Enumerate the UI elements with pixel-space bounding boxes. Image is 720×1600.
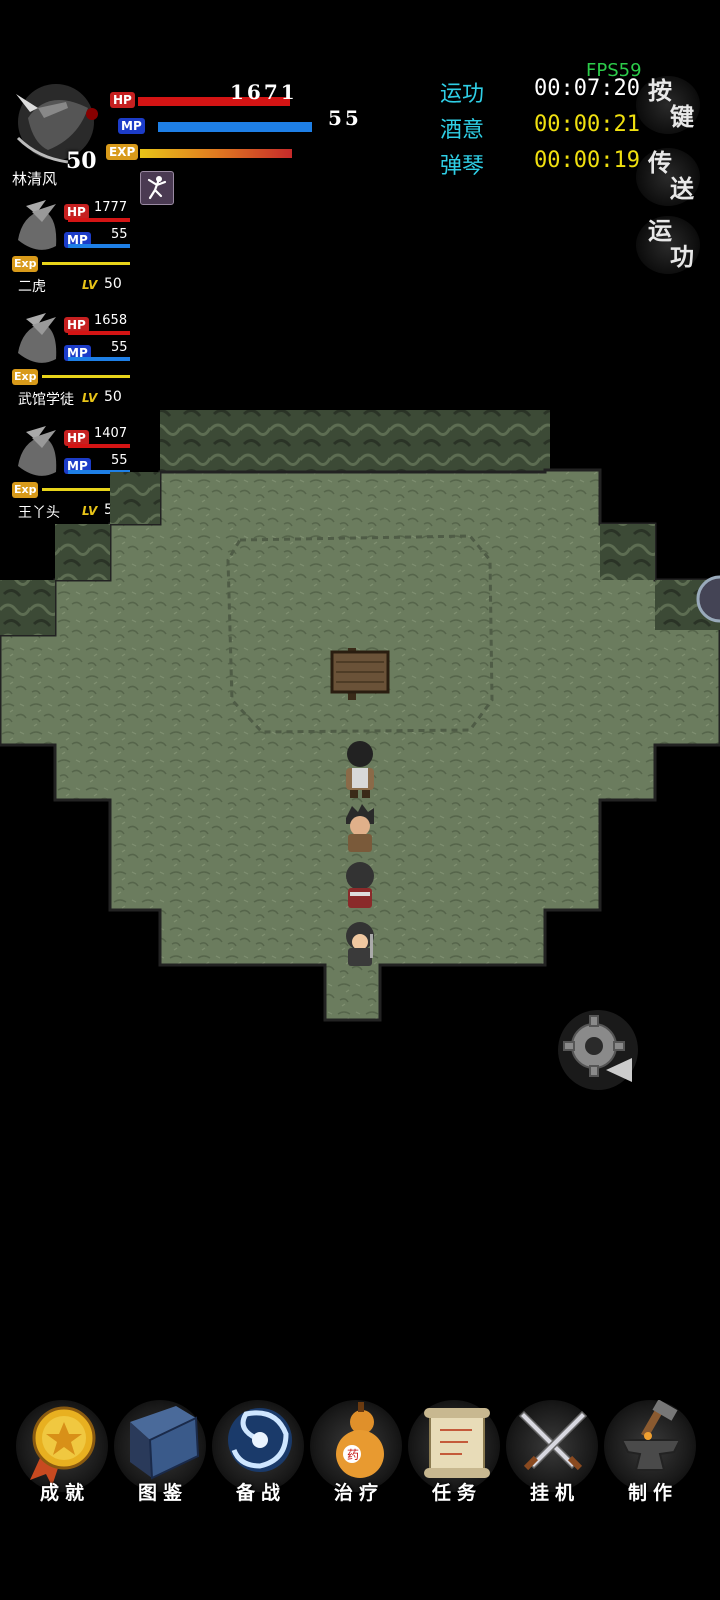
member-mp-bar xyxy=(68,357,130,361)
leader-mp-value: 55 xyxy=(328,106,362,130)
button-char: 键 xyxy=(670,102,694,131)
buff-label: 运功 xyxy=(440,82,485,107)
party-follower[interactable] xyxy=(346,862,374,908)
buff-timer: 00:00:19 xyxy=(534,148,640,173)
cave-wall xyxy=(110,472,160,524)
exp-tag: Exp xyxy=(12,256,39,272)
teleport-button[interactable]: 传 送 xyxy=(636,146,708,208)
buff-timer: 00:07:20 xyxy=(534,76,640,101)
auto-battle-button[interactable]: 挂机 xyxy=(500,1400,600,1510)
member-hp-bar xyxy=(68,218,130,222)
party-member[interactable]: HP 1777 MP 55 Exp 二虎 LV 50 xyxy=(8,196,138,306)
achievement-label: 成就 xyxy=(40,1482,91,1504)
leader-level: 50 xyxy=(66,148,97,174)
level-tag: LV xyxy=(82,278,98,292)
map-exit-marker[interactable] xyxy=(694,575,720,623)
leader-hp-value: 1671 xyxy=(230,80,298,104)
book-icon xyxy=(130,1406,200,1480)
leader-mp-bar xyxy=(158,122,312,132)
prepare-label: 备战 xyxy=(236,1482,287,1504)
scroll-icon xyxy=(424,1408,490,1478)
member-portrait xyxy=(18,200,57,250)
member-exp-bar xyxy=(42,375,130,378)
achievement-button[interactable]: 成就 xyxy=(10,1400,110,1510)
buff-timer: 00:00:21 xyxy=(534,112,640,137)
codex-button[interactable]: 图鉴 xyxy=(108,1400,208,1510)
mp-tag: MP xyxy=(118,118,145,134)
anvil-icon xyxy=(620,1400,682,1471)
cave-wall xyxy=(55,524,110,580)
leader-name: 林清风 xyxy=(12,170,58,188)
quest-label: 任务 xyxy=(432,1482,483,1504)
cave-wall xyxy=(0,580,55,635)
cultivate-button[interactable]: 运 功 xyxy=(636,214,708,276)
settings-gear-icon[interactable] xyxy=(556,1008,640,1092)
crossed-swords-icon xyxy=(518,1410,588,1471)
member-level: 50 xyxy=(104,276,122,292)
member-portrait xyxy=(18,313,57,363)
leader-exp-bar xyxy=(140,149,292,158)
member-mp-bar xyxy=(68,244,130,248)
wooden-signpost[interactable] xyxy=(330,648,390,700)
member-hp-bar xyxy=(68,331,130,335)
medal-icon xyxy=(30,1406,96,1486)
buff-label: 酒意 xyxy=(440,118,485,143)
buff-label: 弹琴 xyxy=(440,154,485,179)
prepare-button[interactable]: 备战 xyxy=(206,1400,306,1510)
hp-tag: HP xyxy=(110,92,135,108)
member-exp-bar xyxy=(42,262,130,265)
swirl-icon xyxy=(228,1408,292,1472)
quest-button[interactable]: 任务 xyxy=(402,1400,502,1510)
button-char: 功 xyxy=(670,242,694,271)
cave-wall xyxy=(600,524,655,580)
member-mp-value: 55 xyxy=(111,340,128,355)
auto-battle-label: 挂机 xyxy=(530,1482,581,1504)
member-hp-value: 1658 xyxy=(94,313,128,328)
member-hp-value: 1777 xyxy=(94,200,128,215)
codex-label: 图鉴 xyxy=(138,1482,189,1504)
crafting-button[interactable]: 制作 xyxy=(598,1400,698,1510)
member-mp-value: 55 xyxy=(111,227,128,242)
player-character[interactable] xyxy=(346,741,374,798)
keybind-button[interactable]: 按 键 xyxy=(636,74,708,136)
heal-label: 治疗 xyxy=(334,1482,385,1504)
button-char: 传 xyxy=(648,148,672,177)
exp-tag: Exp xyxy=(12,369,39,385)
button-char: 运 xyxy=(648,216,672,245)
martial-stance-icon[interactable] xyxy=(140,171,174,205)
button-char: 送 xyxy=(670,174,694,203)
svg-text:药: 药 xyxy=(347,1448,359,1462)
party-follower[interactable] xyxy=(346,922,374,966)
crafting-label: 制作 xyxy=(628,1482,679,1504)
member-name: 二虎 xyxy=(18,279,46,295)
heal-button[interactable]: 药 治疗 xyxy=(304,1400,404,1510)
button-char: 按 xyxy=(648,76,672,105)
gourd-icon: 药 xyxy=(336,1402,384,1478)
game-map[interactable] xyxy=(0,400,720,1040)
exp-tag: EXP xyxy=(106,144,139,160)
